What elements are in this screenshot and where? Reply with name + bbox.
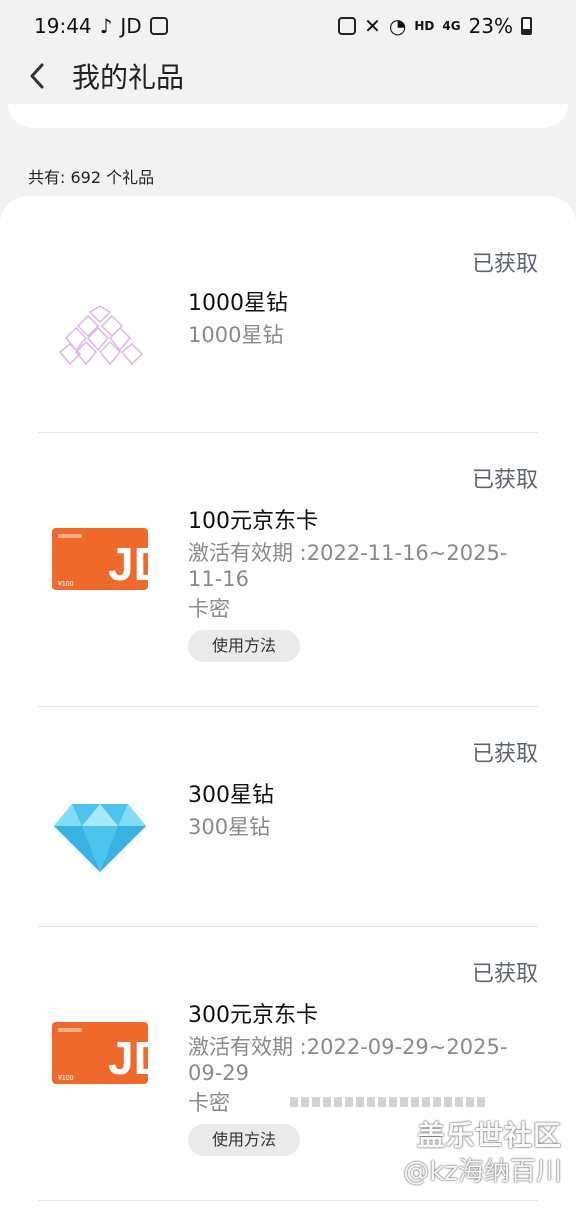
item-info: 1000星钻 1000星钻 [188,288,528,348]
svg-text:JD: JD [108,1032,148,1084]
svg-text:¥100: ¥100 [58,581,74,588]
gift-count: 共有: 692 个礼品 [28,168,155,187]
image-icon [149,17,168,35]
watermark-user: @kz海纳百川 [403,1157,562,1187]
list-item[interactable]: 已获取 1000星钻 1000星钻 [38,196,538,433]
network-text: 4G [442,19,461,33]
lock-icon [338,17,357,35]
gift-list: 已获取 1000星钻 1000星钻 已获取 J ¥100 100元京东卡 激活有… [0,196,576,1212]
status-left: 19:44 ♪ JD [34,14,168,38]
diamond-icon [52,802,148,872]
time-text: 19:44 [34,14,92,38]
usage-button[interactable]: 使用方法 [188,1124,301,1156]
status-bar: 19:44 ♪ JD ✕ ◔ HD 4G 23% [0,0,576,52]
jd-card-icon: JD ¥100 [52,528,167,594]
item-title: 100元京东卡 [188,509,318,534]
list-item[interactable]: 已获取 JD ¥100 100元京东卡 激活有效期 :2022-11-16~20… [38,432,538,707]
wifi-icon: ◔ [388,14,407,38]
top-card [8,104,568,128]
status-label: 已获取 [471,742,538,767]
item-validity: 激活有效期 :2022-09-29~2025- 09-29 [188,1035,508,1085]
item-validity: 激活有效期 :2022-11-16~2025- 11-16 [188,541,508,591]
redacted-card-code [290,1092,498,1112]
diamond-cluster-icon [52,305,148,372]
status-label: 已获取 [471,252,538,277]
mute-icon: ✕ [364,14,381,38]
music-note-icon: ♪ [99,14,113,38]
back-icon[interactable] [10,52,66,100]
jd-card-icon: JD ¥100 [52,1022,167,1088]
battery-icon [521,17,532,35]
svg-text:¥100: ¥100 [58,1075,74,1082]
battery-percent: 23% [468,14,513,38]
page-header: 我的礼品 [0,52,576,100]
svg-text:JD: JD [108,538,148,590]
usage-button[interactable]: 使用方法 [188,630,301,662]
status-right: ✕ ◔ HD 4G 23% [338,14,532,38]
item-info: 300星钻 300星钻 [188,780,528,840]
watermark: 盖乐世社区 @kz海纳百川 [403,1118,562,1190]
item-subtitle: 300星钻 [188,815,271,839]
item-title: 300元京东卡 [188,1003,318,1028]
hd-text: HD [414,19,435,33]
jd-app-text: JD [120,14,142,38]
page-title: 我的礼品 [72,61,185,94]
card-secret-label: 卡密 [188,597,230,621]
chevron-left-icon [30,63,44,89]
watermark-community: 盖乐世社区 [416,1119,562,1152]
item-info: 100元京东卡 激活有效期 :2022-11-16~2025- 11-16 卡密… [188,506,528,662]
status-label: 已获取 [471,468,538,493]
item-title: 300星钻 [188,783,274,808]
status-label: 已获取 [471,962,538,987]
list-item[interactable]: 已获取 300星钻 300星钻 [38,706,538,927]
item-subtitle: 1000星钻 [188,323,284,347]
item-title: 1000星钻 [188,291,288,316]
